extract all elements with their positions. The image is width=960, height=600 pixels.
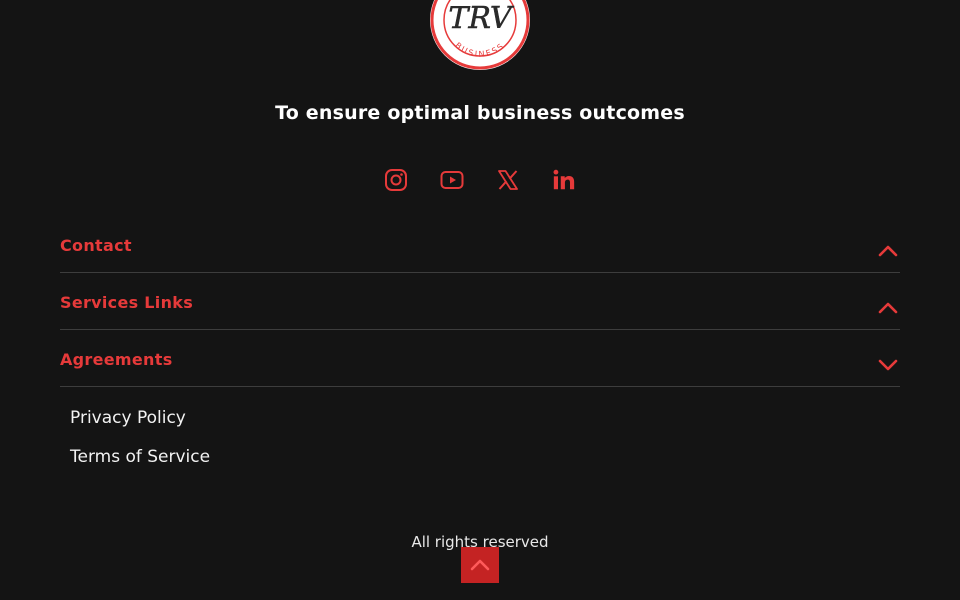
footer-accordion: Contact Services Links Agreements xyxy=(60,216,900,387)
accordion-contact[interactable]: Contact xyxy=(60,216,900,273)
youtube-icon[interactable] xyxy=(440,167,464,193)
accordion-title: Services Links xyxy=(60,293,194,312)
tagline: To ensure optimal business outcomes xyxy=(275,102,685,124)
accordion-agreements[interactable]: Agreements xyxy=(60,330,900,387)
accordion-title: Contact xyxy=(60,236,132,255)
accordion-title: Agreements xyxy=(60,350,173,369)
logo-text: TRV xyxy=(448,1,515,36)
x-twitter-icon[interactable] xyxy=(496,167,520,193)
chevron-up-icon xyxy=(470,559,490,571)
brand-logo[interactable]: TRV BUSINESS xyxy=(428,0,532,72)
agreements-links: Privacy Policy Terms of Service xyxy=(70,406,210,484)
linkedin-icon[interactable] xyxy=(552,167,576,193)
chevron-up-icon xyxy=(878,302,898,314)
chevron-up-icon xyxy=(878,245,898,257)
terms-of-service-link[interactable]: Terms of Service xyxy=(70,445,210,484)
instagram-icon[interactable] xyxy=(384,167,408,193)
back-to-top-button[interactable] xyxy=(461,547,499,583)
accordion-services-links[interactable]: Services Links xyxy=(60,273,900,330)
chevron-down-icon xyxy=(878,359,898,371)
social-links xyxy=(0,167,960,193)
privacy-policy-link[interactable]: Privacy Policy xyxy=(70,406,210,445)
